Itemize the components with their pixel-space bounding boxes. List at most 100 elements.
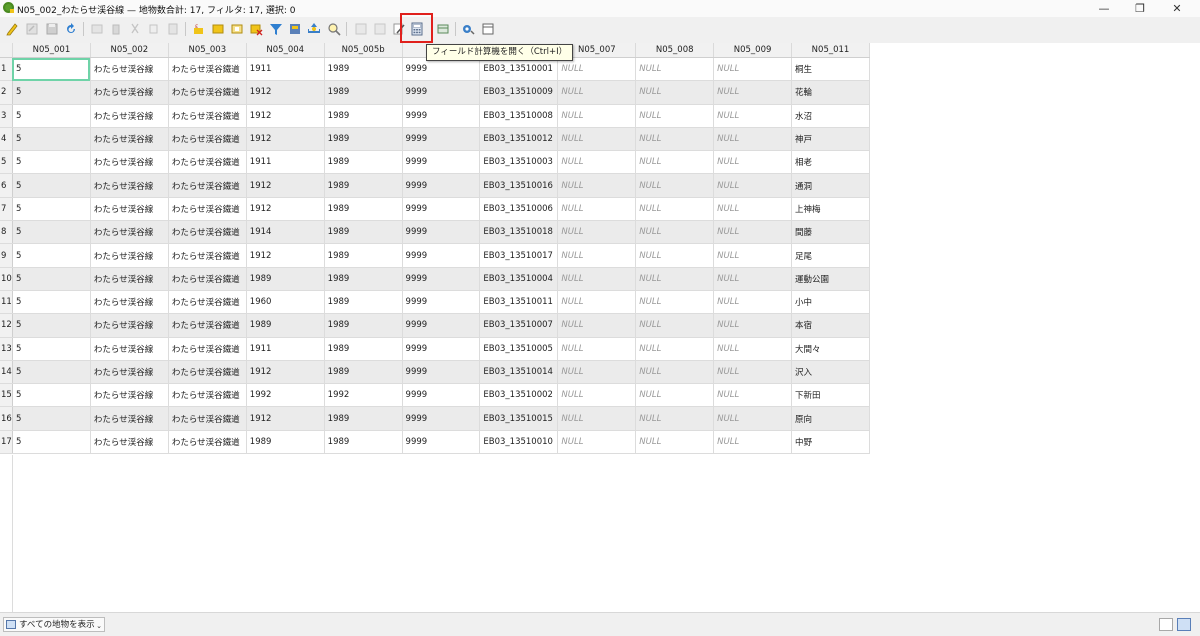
table-cell[interactable]: NULL — [635, 104, 715, 128]
table-cell[interactable]: NULL — [713, 173, 792, 198]
table-cell[interactable]: 5 — [12, 80, 91, 105]
table-cell[interactable]: わたらせ渓谷鐵道 — [168, 57, 247, 82]
table-cell[interactable]: 9999 — [402, 173, 481, 198]
table-cell[interactable]: 小中 — [791, 290, 870, 315]
table-cell[interactable]: 1989 — [246, 267, 325, 291]
table-cell[interactable]: EB03_13510009 — [479, 80, 559, 105]
row-number[interactable]: 15 — [0, 383, 14, 408]
table-row[interactable]: 10 5 わたらせ渓谷線 わたらせ渓谷鐵道 1989 1989 9999 EB03_13510… — [0, 267, 870, 291]
table-cell[interactable]: EB03_13510018 — [479, 220, 559, 245]
table-cell[interactable]: 1989 — [324, 220, 403, 245]
multi-edit-icon[interactable] — [24, 21, 40, 37]
table-cell[interactable]: EB03_13510011 — [479, 290, 559, 315]
table-cell[interactable]: NULL — [713, 406, 792, 431]
table-cell[interactable]: 上神梅 — [791, 197, 870, 222]
table-cell[interactable]: わたらせ渓谷線 — [90, 430, 169, 455]
table-cell[interactable]: 5 — [12, 243, 91, 268]
table-cell[interactable]: NULL — [713, 150, 792, 175]
table-cell[interactable]: 1912 — [246, 197, 325, 222]
table-cell[interactable]: 9999 — [402, 383, 481, 408]
table-cell[interactable]: 1989 — [324, 360, 403, 385]
table-cell[interactable]: わたらせ渓谷線 — [90, 267, 169, 291]
table-cell[interactable]: EB03_13510015 — [479, 406, 559, 431]
table-cell[interactable]: NULL — [557, 243, 637, 268]
form-view-toggle-icon[interactable] — [1159, 618, 1173, 631]
table-cell[interactable]: わたらせ渓谷鐵道 — [168, 220, 247, 245]
table-cell[interactable]: NULL — [713, 430, 792, 455]
table-cell[interactable]: わたらせ渓谷鐵道 — [168, 383, 247, 408]
table-cell[interactable]: わたらせ渓谷鐵道 — [168, 313, 247, 338]
table-cell[interactable]: 5 — [12, 337, 91, 361]
table-row[interactable]: 11 5 わたらせ渓谷線 わたらせ渓谷鐵道 1960 1989 9999 EB03_13510… — [0, 290, 870, 315]
table-cell[interactable]: 5 — [12, 313, 91, 338]
table-cell[interactable]: 1911 — [246, 150, 325, 175]
deselect-all-icon[interactable] — [248, 21, 264, 37]
add-feature-icon[interactable] — [89, 21, 105, 37]
table-cell[interactable]: NULL — [635, 150, 715, 175]
table-cell[interactable]: 花輪 — [791, 80, 870, 105]
table-cell[interactable]: 水沼 — [791, 104, 870, 128]
table-cell[interactable]: 1989 — [246, 313, 325, 338]
table-cell[interactable]: EB03_13510007 — [479, 313, 559, 338]
table-cell[interactable]: 9999 — [402, 267, 481, 291]
table-cell[interactable]: NULL — [635, 337, 715, 361]
table-cell[interactable]: 9999 — [402, 360, 481, 385]
table-cell[interactable]: NULL — [713, 197, 792, 222]
column-header[interactable]: N05_001 — [12, 43, 91, 58]
table-cell[interactable]: 5 — [12, 267, 91, 291]
column-header[interactable]: N05_005b — [324, 43, 403, 58]
table-cell[interactable]: 5 — [12, 104, 91, 128]
table-cell[interactable]: 1911 — [246, 337, 325, 361]
table-cell[interactable]: NULL — [557, 406, 637, 431]
table-cell[interactable]: NULL — [713, 104, 792, 128]
actions-icon[interactable] — [460, 21, 476, 37]
table-cell[interactable]: わたらせ渓谷線 — [90, 290, 169, 315]
table-cell[interactable]: 原向 — [791, 406, 870, 431]
table-cell[interactable]: わたらせ渓谷線 — [90, 383, 169, 408]
table-cell[interactable]: わたらせ渓谷線 — [90, 406, 169, 431]
table-cell[interactable]: 1912 — [246, 80, 325, 105]
table-cell[interactable]: 5 — [12, 173, 91, 198]
table-cell[interactable]: 1912 — [246, 360, 325, 385]
minimize-button[interactable]: — — [1085, 0, 1123, 17]
column-header[interactable]: N05_008 — [635, 43, 715, 58]
table-cell[interactable]: NULL — [557, 430, 637, 455]
table-cell[interactable]: 1989 — [324, 430, 403, 455]
paste-icon[interactable] — [165, 21, 181, 37]
table-cell[interactable]: EB03_13510006 — [479, 197, 559, 222]
table-cell[interactable]: NULL — [713, 313, 792, 338]
table-cell[interactable]: EB03_13510002 — [479, 383, 559, 408]
row-number[interactable]: 14 — [0, 360, 14, 385]
table-cell[interactable]: 1911 — [246, 57, 325, 82]
table-cell[interactable]: わたらせ渓谷線 — [90, 360, 169, 385]
table-cell[interactable]: 1912 — [246, 104, 325, 128]
table-cell[interactable]: 1989 — [324, 290, 403, 315]
column-header[interactable]: N05_011 — [791, 43, 870, 58]
table-cell[interactable]: 5 — [12, 150, 91, 175]
select-by-expression-icon[interactable]: ε — [191, 21, 207, 37]
table-cell[interactable]: NULL — [557, 290, 637, 315]
table-cell[interactable]: NULL — [557, 220, 637, 245]
table-cell[interactable]: わたらせ渓谷線 — [90, 127, 169, 152]
table-row[interactable]: 15 5 わたらせ渓谷線 わたらせ渓谷鐵道 1992 1992 9999 EB03_13510… — [0, 383, 870, 408]
table-cell[interactable]: NULL — [713, 243, 792, 268]
table-cell[interactable]: EB03_13510016 — [479, 173, 559, 198]
table-cell[interactable]: EB03_13510003 — [479, 150, 559, 175]
table-row[interactable]: 8 5 わたらせ渓谷線 わたらせ渓谷鐵道 1914 1989 9999 EB03_135100… — [0, 220, 870, 245]
table-cell[interactable]: 1989 — [324, 243, 403, 268]
row-number[interactable]: 1 — [0, 57, 14, 82]
table-cell[interactable]: 5 — [12, 430, 91, 455]
column-header[interactable]: N05_003 — [168, 43, 247, 58]
row-number[interactable]: 10 — [0, 267, 14, 291]
table-cell[interactable]: 1992 — [324, 383, 403, 408]
table-cell[interactable]: 9999 — [402, 406, 481, 431]
table-cell[interactable]: わたらせ渓谷鐵道 — [168, 406, 247, 431]
table-cell[interactable]: NULL — [557, 197, 637, 222]
table-cell[interactable]: NULL — [557, 383, 637, 408]
table-row[interactable]: 5 5 わたらせ渓谷線 わたらせ渓谷鐵道 1911 1989 9999 EB03_135100… — [0, 150, 870, 175]
delete-feature-icon[interactable] — [108, 21, 124, 37]
row-number[interactable]: 12 — [0, 313, 14, 338]
row-number[interactable]: 7 — [0, 197, 14, 222]
row-number[interactable]: 13 — [0, 337, 14, 361]
table-cell[interactable]: 1989 — [246, 430, 325, 455]
